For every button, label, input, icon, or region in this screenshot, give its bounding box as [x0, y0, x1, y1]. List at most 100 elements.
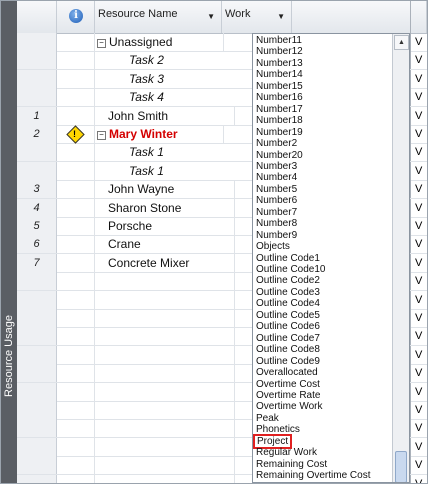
- row-id-cell[interactable]: [17, 364, 57, 382]
- resource-name-cell[interactable]: [95, 346, 235, 364]
- row-id-cell[interactable]: [17, 162, 57, 180]
- field-option[interactable]: Number16: [256, 92, 303, 103]
- field-option[interactable]: Overallocated: [256, 367, 318, 378]
- row-id-cell[interactable]: [17, 291, 57, 309]
- timescale-cell[interactable]: V: [410, 180, 427, 198]
- row-id-cell[interactable]: [17, 51, 57, 69]
- row-id-cell[interactable]: [17, 33, 57, 51]
- resource-name-cell[interactable]: [95, 438, 235, 456]
- row-id-cell[interactable]: [17, 143, 57, 161]
- field-option[interactable]: Objects: [256, 241, 290, 252]
- row-id-cell[interactable]: [17, 419, 57, 437]
- field-option[interactable]: Number13: [256, 58, 303, 69]
- timescale-cell[interactable]: V: [410, 162, 427, 180]
- field-option[interactable]: Number4: [256, 172, 297, 183]
- field-option[interactable]: Number18: [256, 115, 303, 126]
- field-option[interactable]: Number9: [256, 230, 297, 241]
- field-option[interactable]: Remaining Cost: [256, 459, 327, 470]
- timescale-cell[interactable]: V: [410, 291, 427, 309]
- timescale-cell[interactable]: V: [410, 70, 427, 88]
- select-all-corner[interactable]: [17, 1, 57, 33]
- row-id-cell[interactable]: [17, 88, 57, 106]
- field-option[interactable]: Number6: [256, 195, 297, 206]
- resource-name-cell[interactable]: [95, 401, 235, 419]
- resource-name-cell[interactable]: [95, 419, 235, 437]
- field-option[interactable]: Regular Work: [256, 447, 317, 458]
- field-option[interactable]: Number19: [256, 127, 303, 138]
- field-option[interactable]: Number5: [256, 184, 297, 195]
- field-option[interactable]: Number14: [256, 69, 303, 80]
- row-id-cell[interactable]: [17, 383, 57, 401]
- work-column-header[interactable]: Work ▼: [222, 1, 292, 33]
- timescale-cell[interactable]: V: [410, 143, 427, 161]
- field-option[interactable]: Outline Code4: [256, 298, 320, 309]
- timescale-cell[interactable]: V: [410, 33, 427, 51]
- resource-name-cell[interactable]: [95, 456, 235, 474]
- row-id-cell[interactable]: 2: [17, 125, 57, 143]
- chevron-down-icon[interactable]: ▼: [277, 12, 285, 21]
- timescale-cell[interactable]: V: [410, 327, 427, 345]
- timescale-cell[interactable]: V: [410, 456, 427, 474]
- field-option[interactable]: Overtime Rate: [256, 390, 320, 401]
- scroll-up-arrow-icon[interactable]: ▲: [394, 35, 409, 50]
- resource-name-cell[interactable]: [95, 383, 235, 401]
- field-option[interactable]: Number20: [256, 150, 303, 161]
- row-id-cell[interactable]: [17, 70, 57, 88]
- field-option[interactable]: Number17: [256, 104, 303, 115]
- resource-name-cell[interactable]: Sharon Stone: [95, 199, 235, 217]
- field-option[interactable]: Number7: [256, 207, 297, 218]
- timescale-cell[interactable]: V: [410, 401, 427, 419]
- timescale-cell[interactable]: V: [410, 217, 427, 235]
- field-option-project-highlighted[interactable]: Project: [253, 434, 293, 449]
- dropdown-scrollbar[interactable]: ▲: [392, 34, 409, 482]
- collapse-icon[interactable]: −: [97, 131, 106, 140]
- indicators-column-header[interactable]: i: [57, 1, 95, 33]
- field-option[interactable]: Outline Code6: [256, 321, 320, 332]
- resource-name-cell[interactable]: John Smith: [95, 107, 235, 125]
- field-option[interactable]: Outline Code8: [256, 344, 320, 355]
- field-dropdown-list[interactable]: Number11 Number12 Number13 Number14 Number15…: [252, 33, 410, 483]
- row-id-cell[interactable]: [17, 475, 57, 483]
- timescale-cell[interactable]: V: [410, 254, 427, 272]
- resource-name-cell[interactable]: [95, 309, 235, 327]
- field-option[interactable]: Overtime Cost: [256, 379, 320, 390]
- field-option[interactable]: Number12: [256, 46, 303, 57]
- field-option[interactable]: Number3: [256, 161, 297, 172]
- row-id-cell[interactable]: [17, 346, 57, 364]
- timescale-cell[interactable]: V: [410, 125, 427, 143]
- row-id-cell[interactable]: 4: [17, 199, 57, 217]
- resource-name-cell[interactable]: [95, 475, 235, 483]
- field-option[interactable]: Outline Code2: [256, 275, 320, 286]
- timescale-cell[interactable]: V: [410, 235, 427, 253]
- field-option[interactable]: Number15: [256, 81, 303, 92]
- field-option[interactable]: Phonetics: [256, 424, 300, 435]
- view-bar[interactable]: Resource Usage: [1, 1, 17, 483]
- row-id-cell[interactable]: [17, 309, 57, 327]
- field-option[interactable]: Peak: [256, 413, 279, 424]
- resource-name-cell[interactable]: John Wayne: [95, 180, 235, 198]
- timescale-cell[interactable]: V: [410, 272, 427, 290]
- row-id-cell[interactable]: 3: [17, 180, 57, 198]
- timescale-cell[interactable]: V: [410, 107, 427, 125]
- field-option[interactable]: Number2: [256, 138, 297, 149]
- timescale-cell[interactable]: V: [410, 88, 427, 106]
- field-option[interactable]: Number11: [256, 35, 302, 46]
- row-id-cell[interactable]: [17, 401, 57, 419]
- timescale-cell[interactable]: V: [410, 199, 427, 217]
- resource-name-cell[interactable]: − Mary Winter: [95, 125, 224, 143]
- resource-name-cell[interactable]: Porsche: [95, 217, 235, 235]
- field-option[interactable]: Outline Code10: [256, 264, 326, 275]
- field-option[interactable]: Outline Code9: [256, 356, 320, 367]
- resource-name-cell[interactable]: [95, 272, 235, 290]
- resource-name-cell[interactable]: − Unassigned: [95, 33, 224, 51]
- timescale-cell[interactable]: V: [410, 309, 427, 327]
- row-id-cell[interactable]: [17, 327, 57, 345]
- resource-name-column-header[interactable]: Resource Name ▼: [95, 1, 222, 33]
- field-option[interactable]: Overtime Work: [256, 401, 323, 412]
- row-id-cell[interactable]: [17, 438, 57, 456]
- row-id-cell[interactable]: [17, 272, 57, 290]
- resource-name-cell[interactable]: [95, 291, 235, 309]
- resource-name-cell[interactable]: [95, 364, 235, 382]
- collapse-icon[interactable]: −: [97, 39, 106, 48]
- row-id-cell[interactable]: [17, 456, 57, 474]
